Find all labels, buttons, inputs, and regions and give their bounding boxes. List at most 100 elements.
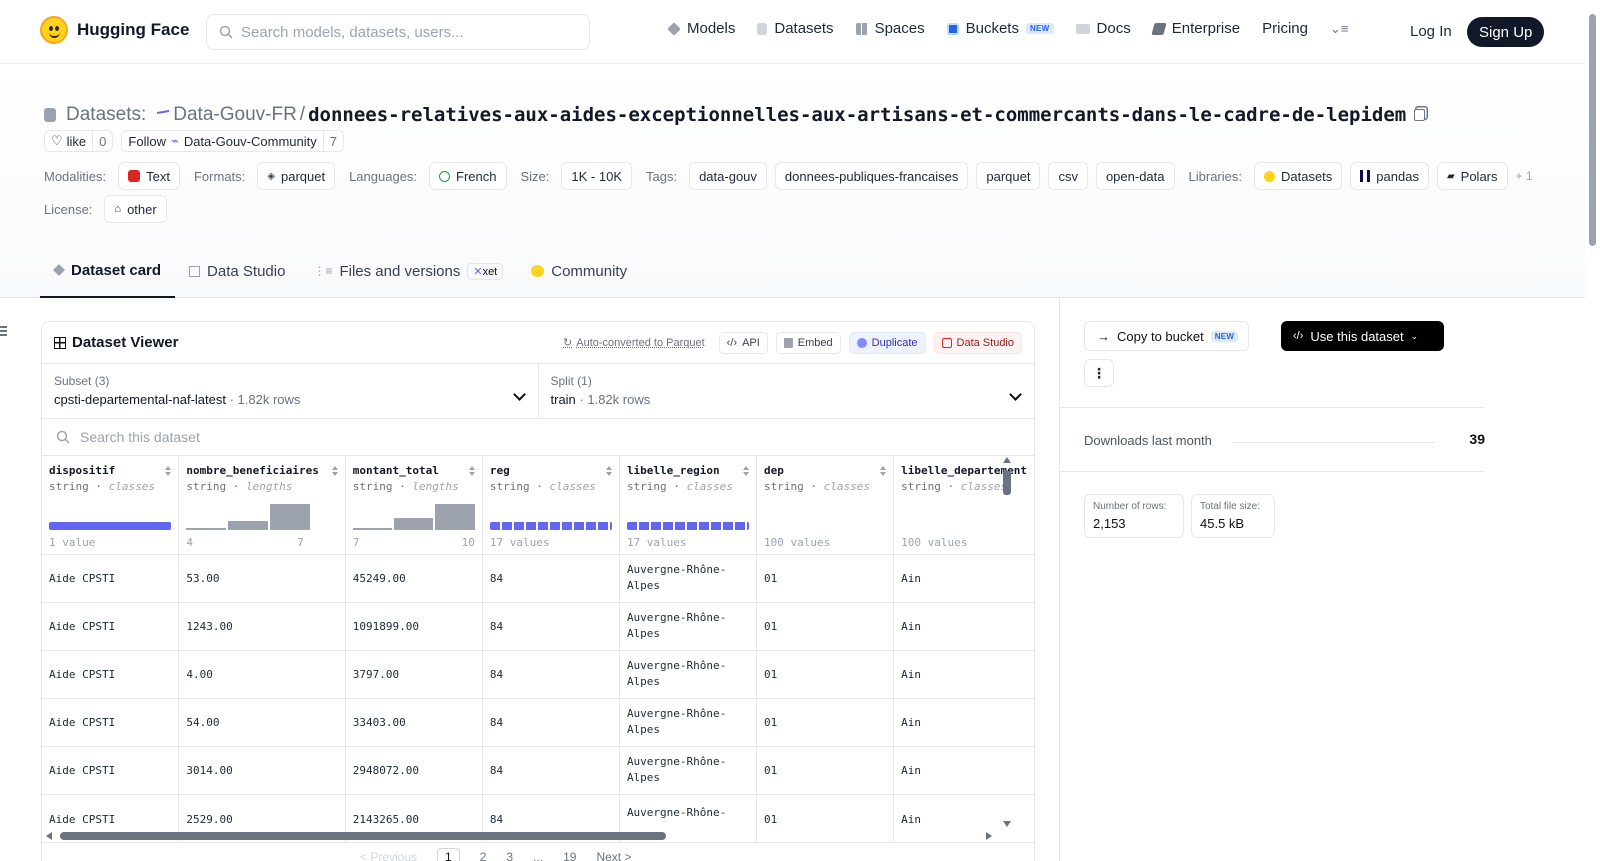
table-row[interactable]: Aide CPSTI 3014.00 2948072.00 84 Auvergn… (42, 746, 1034, 795)
table-cell[interactable]: Aide CPSTI (42, 602, 180, 651)
nav-pricing[interactable]: Pricing (1262, 20, 1308, 37)
table-cell[interactable]: 01 (756, 698, 895, 747)
histogram-bar[interactable] (228, 521, 269, 530)
format-tag[interactable]: ◈ parquet (257, 162, 336, 190)
table-cell[interactable]: 84 (482, 554, 620, 603)
table-horizontal-scrollbar[interactable] (42, 830, 1014, 842)
nav-datasets[interactable]: Datasets (757, 20, 834, 37)
table-cell[interactable]: Auvergne-Rhône-Alpes (619, 698, 758, 747)
histogram-bar[interactable] (270, 504, 311, 530)
table-cell[interactable]: 3797.00 (345, 650, 483, 699)
dataset-search-input[interactable] (80, 429, 480, 445)
next-page-button[interactable]: Next > (596, 850, 631, 861)
auto-converted-link[interactable]: ↻ Auto-converted to Parquet (563, 336, 705, 349)
nav-spaces[interactable]: Spaces (855, 20, 925, 37)
tab-community[interactable]: Community (517, 244, 641, 298)
global-search-input[interactable] (241, 23, 571, 41)
org-link[interactable]: Data-Gouv-FR (173, 104, 297, 126)
column-header[interactable]: dispositif string · classes 1 value (42, 456, 180, 555)
brand-logo[interactable]: Hugging Face (40, 16, 189, 44)
more-menu-icon[interactable]: ⌄≡ (1330, 21, 1348, 37)
scroll-thumb[interactable] (60, 832, 666, 840)
like-button[interactable]: ♡ like 0 (44, 130, 114, 152)
global-search[interactable] (206, 14, 590, 50)
table-cell[interactable]: 1091899.00 (345, 602, 483, 651)
previous-page-button[interactable]: < Previous (360, 850, 417, 861)
data-studio-button[interactable]: Data Studio (933, 331, 1022, 354)
table-cell[interactable]: Auvergne-Rhône-Alpes (619, 554, 758, 603)
table-cell[interactable]: 1243.00 (178, 602, 346, 651)
scroll-down-icon[interactable] (1003, 821, 1011, 827)
table-cell[interactable]: Aide CPSTI (42, 554, 180, 603)
library-tag-pandas[interactable]: pandas (1350, 162, 1429, 190)
tag-item[interactable]: csv (1048, 162, 1088, 190)
page-button[interactable]: 19 (563, 850, 576, 861)
tab-dataset-card[interactable]: Dataset card (40, 244, 176, 298)
histogram-bar[interactable] (435, 504, 475, 530)
library-tag-datasets[interactable]: Datasets (1253, 162, 1343, 190)
tag-item[interactable]: parquet (976, 162, 1041, 190)
table-cell[interactable]: Aide CPSTI (42, 746, 180, 795)
table-cell[interactable]: Auvergne-Rhône-Alpes (619, 650, 758, 699)
table-cell[interactable]: 01 (756, 554, 895, 603)
table-cell[interactable]: 54.00 (178, 698, 346, 747)
column-header[interactable]: reg string · classes 17 values (482, 456, 620, 555)
table-cell[interactable]: 01 (756, 602, 895, 651)
table-cell[interactable]: Auvergne-Rhône-Alpes (619, 746, 758, 795)
table-row[interactable]: Aide CPSTI 54.00 33403.00 84 Auvergne-Rh… (42, 698, 1034, 747)
signup-button[interactable]: Sign Up (1467, 17, 1545, 47)
table-cell[interactable]: 3014.00 (178, 746, 346, 795)
login-link[interactable]: Log In (1410, 23, 1452, 40)
column-header[interactable]: nombre_beneficiaires string · lengths 47 (178, 456, 346, 555)
table-row[interactable]: Aide CPSTI 1243.00 1091899.00 84 Auvergn… (42, 602, 1034, 651)
embed-button[interactable]: Embed (775, 331, 841, 354)
histogram-bar[interactable] (394, 518, 434, 530)
table-vertical-scrollbar[interactable] (1001, 457, 1013, 827)
license-tag[interactable]: ⌂ other (104, 195, 167, 223)
section-label[interactable]: Datasets: (66, 104, 146, 126)
column-header[interactable]: dep string · classes 100 values (756, 456, 895, 555)
more-options-icon[interactable]: ⋮ (1084, 359, 1114, 387)
libraries-more[interactable]: + 1 (1516, 169, 1533, 183)
column-header[interactable]: montant_total string · lengths 7 10 (345, 456, 483, 555)
table-cell[interactable]: 01 (756, 650, 895, 699)
table-cell[interactable]: 84 (482, 746, 620, 795)
tag-item[interactable]: data-gouv (689, 162, 767, 190)
sort-icon[interactable] (468, 466, 476, 476)
toc-toggle-icon[interactable] (0, 326, 8, 338)
use-this-dataset-button[interactable]: ‹/› Use this dataset ⌄ (1281, 321, 1444, 351)
page-button[interactable]: 1 (437, 848, 460, 861)
table-cell[interactable]: 84 (482, 650, 620, 699)
scroll-up-icon[interactable] (1003, 457, 1011, 463)
sort-icon[interactable] (605, 466, 613, 476)
table-cell[interactable]: 53.00 (178, 554, 346, 603)
scroll-left-icon[interactable] (46, 832, 52, 840)
duplicate-button[interactable]: Duplicate (848, 331, 926, 354)
nav-models[interactable]: Models (667, 20, 735, 37)
sort-icon[interactable] (331, 466, 339, 476)
size-tag[interactable]: 1K - 10K (561, 162, 632, 190)
split-select[interactable]: Split (1) train · 1.82k rows (537, 364, 1035, 418)
subset-select[interactable]: Subset (3) cpsti-departemental-naf-lates… (42, 364, 538, 418)
table-cell[interactable]: 45249.00 (345, 554, 483, 603)
copy-icon[interactable] (1414, 109, 1426, 121)
page-button[interactable]: 3 (506, 850, 513, 861)
scroll-thumb[interactable] (1003, 471, 1011, 495)
sort-icon[interactable] (743, 466, 750, 476)
table-cell[interactable]: Auvergne-Rhône-Alpes (619, 602, 758, 651)
nav-docs[interactable]: Docs (1075, 20, 1131, 37)
table-cell[interactable]: 84 (482, 698, 620, 747)
tag-item[interactable]: donnees-publiques-francaises (774, 162, 969, 190)
column-header[interactable]: libelle_region string · classes 17 value… (619, 456, 758, 555)
table-cell[interactable]: 2948072.00 (345, 746, 483, 795)
page-button[interactable]: 2 (480, 850, 487, 861)
histogram-bar[interactable] (186, 528, 227, 530)
table-row[interactable]: Aide CPSTI 53.00 45249.00 84 Auvergne-Rh… (42, 554, 1034, 603)
table-cell[interactable]: 01 (756, 746, 895, 795)
scroll-right-icon[interactable] (986, 832, 992, 840)
dataset-search[interactable] (42, 419, 1034, 456)
nav-buckets[interactable]: Buckets NEW (946, 20, 1054, 37)
tab-files-and-versions[interactable]: ⋮≡ Files and versions ✕xet (299, 244, 517, 298)
api-button[interactable]: ‹/› API (718, 331, 768, 354)
table-row[interactable]: Aide CPSTI 4.00 3797.00 84 Auvergne-Rhôn… (42, 650, 1034, 699)
